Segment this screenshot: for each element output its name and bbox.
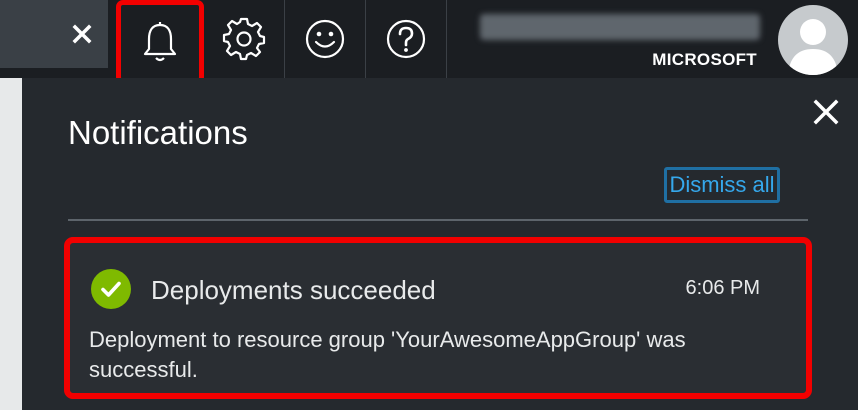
user-menu[interactable]: MICROSOFT xyxy=(450,0,858,78)
help-button[interactable] xyxy=(366,0,447,78)
notifications-button[interactable] xyxy=(116,0,204,84)
search-clear-button[interactable] xyxy=(66,18,98,50)
success-check-icon xyxy=(91,269,131,309)
close-icon xyxy=(813,99,839,125)
bell-icon xyxy=(143,22,177,62)
settings-button[interactable] xyxy=(204,0,285,78)
smiley-icon xyxy=(305,19,345,59)
divider xyxy=(68,219,808,221)
user-name-redacted xyxy=(480,14,760,40)
close-icon xyxy=(72,24,92,44)
tenant-name: MICROSOFT xyxy=(652,50,757,69)
notification-time: 6:06 PM xyxy=(685,277,760,299)
notification-item[interactable]: Deployments succeeded 6:06 PM Deployment… xyxy=(64,237,812,399)
dismiss-all-button[interactable]: Dismiss all xyxy=(664,167,780,203)
panel-title: Notifications xyxy=(68,114,248,151)
search-box[interactable] xyxy=(0,0,108,68)
avatar[interactable] xyxy=(778,5,848,75)
feedback-button[interactable] xyxy=(285,0,366,78)
person-icon xyxy=(788,19,838,75)
notification-title: Deployments succeeded xyxy=(151,275,436,305)
notification-message: Deployment to resource group 'YourAwesom… xyxy=(89,327,686,382)
gear-icon xyxy=(222,17,266,61)
close-panel-button[interactable] xyxy=(808,94,844,130)
top-bar: MICROSOFT xyxy=(0,0,858,84)
background-content-edge xyxy=(0,78,22,410)
question-icon xyxy=(386,19,426,59)
